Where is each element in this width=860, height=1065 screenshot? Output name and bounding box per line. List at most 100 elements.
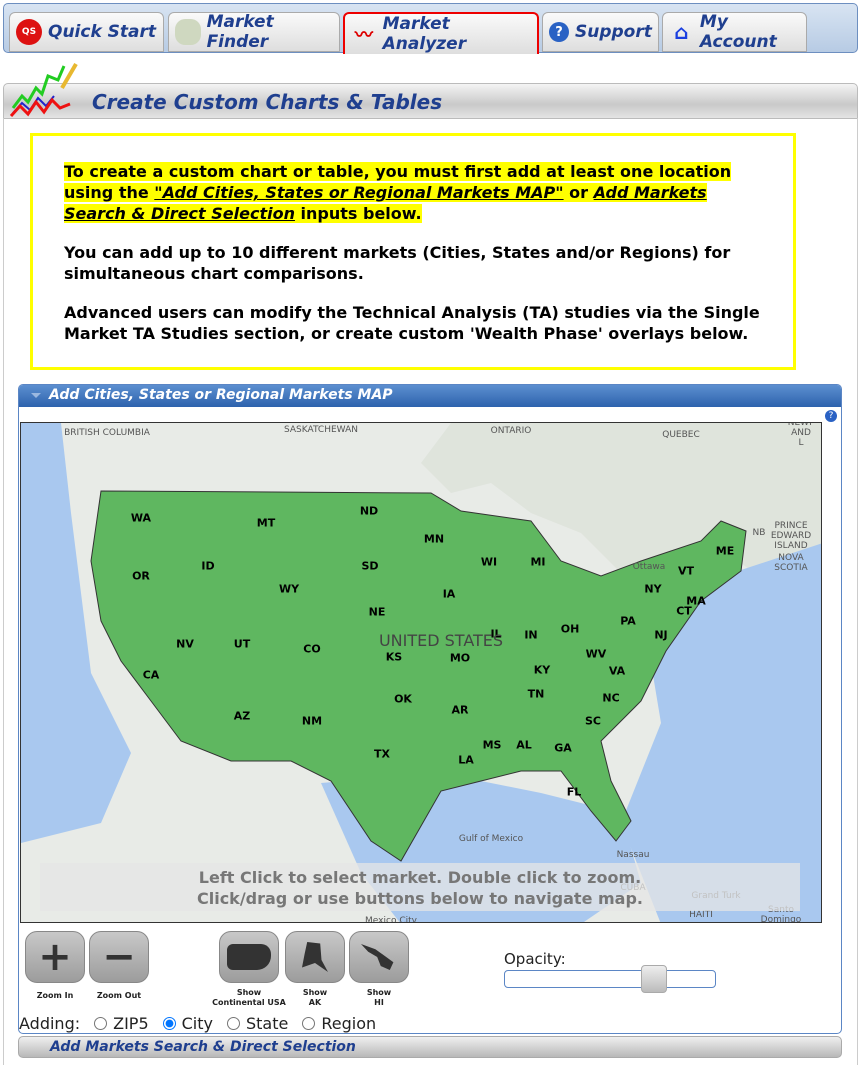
- map-panel-header[interactable]: Add Cities, States or Regional Markets M…: [19, 385, 841, 407]
- state-label-az[interactable]: AZ: [234, 710, 251, 723]
- geo-label: Nassau: [616, 850, 650, 860]
- state-label-wv[interactable]: WV: [586, 648, 607, 661]
- state-label-ms[interactable]: MS: [483, 739, 502, 752]
- state-label-ny[interactable]: NY: [644, 583, 661, 596]
- opacity-label: Opacity:: [504, 950, 566, 968]
- map-panel: Add Cities, States or Regional Markets M…: [18, 384, 842, 1034]
- tab-my-account[interactable]: ⌂ My Account: [662, 12, 807, 52]
- map-icon: [175, 19, 201, 45]
- alaska-icon: [302, 942, 328, 972]
- state-label-nj[interactable]: NJ: [654, 629, 667, 642]
- state-label-nd[interactable]: ND: [360, 505, 378, 518]
- radio-zip5[interactable]: [94, 1017, 108, 1030]
- state-label-vt[interactable]: VT: [678, 565, 694, 578]
- state-label-ga[interactable]: GA: [554, 742, 572, 755]
- markets-limit-text: You can add up to 10 different markets (…: [64, 243, 731, 283]
- search-panel-header[interactable]: Add Markets Search & Direct Selection: [18, 1036, 842, 1058]
- geo-label: ONTARIO: [490, 426, 532, 436]
- tab-quick-start[interactable]: QS Quick Start: [9, 12, 164, 52]
- page-title: Create Custom Charts & Tables: [92, 90, 443, 114]
- state-label-fl[interactable]: FL: [567, 786, 582, 799]
- state-label-la[interactable]: LA: [458, 754, 474, 767]
- advanced-text: Advanced users can modify the Technical …: [64, 303, 760, 343]
- state-label-al[interactable]: AL: [516, 739, 532, 752]
- state-label-tn[interactable]: TN: [528, 688, 545, 701]
- state-label-wa[interactable]: WA: [131, 512, 151, 525]
- state-label-ne[interactable]: NE: [369, 606, 386, 619]
- state-label-nv[interactable]: NV: [176, 638, 194, 651]
- state-label-sd[interactable]: SD: [361, 560, 378, 573]
- map-instructions: Left Click to select market. Double clic…: [40, 863, 800, 911]
- geo-label: Mexico City: [365, 916, 417, 923]
- state-label-sc[interactable]: SC: [585, 715, 601, 728]
- state-label-ia[interactable]: IA: [443, 588, 456, 601]
- help-icon: ?: [549, 22, 569, 42]
- state-label-ca[interactable]: CA: [143, 669, 160, 682]
- geo-label: NOVA SCOTIA: [774, 553, 808, 573]
- state-label-wi[interactable]: WI: [481, 556, 497, 569]
- state-label-oh[interactable]: OH: [561, 623, 580, 636]
- state-label-co[interactable]: CO: [303, 643, 320, 656]
- help-icon[interactable]: ?: [825, 410, 837, 422]
- opacity-slider-thumb[interactable]: [641, 965, 668, 993]
- state-label-or[interactable]: OR: [132, 570, 150, 583]
- state-label-ky[interactable]: KY: [534, 664, 551, 677]
- geo-label: UNITED STATES: [378, 631, 504, 650]
- tab-support[interactable]: ? Support: [542, 12, 659, 52]
- chart-icon: 〰: [354, 25, 373, 46]
- state-label-me[interactable]: ME: [716, 545, 734, 558]
- show-usa-button[interactable]: [219, 931, 279, 983]
- page-header: Create Custom Charts & Tables: [3, 83, 858, 119]
- geo-label: QUEBEC: [662, 430, 700, 440]
- state-label-id[interactable]: ID: [201, 560, 214, 573]
- state-label-tx[interactable]: TX: [374, 748, 390, 761]
- state-label-ct[interactable]: CT: [676, 605, 692, 618]
- instructions-notice: To create a custom chart or table, you m…: [30, 133, 796, 370]
- state-label-ar[interactable]: AR: [452, 704, 469, 717]
- radio-city[interactable]: [162, 1017, 176, 1030]
- state-label-va[interactable]: VA: [609, 665, 625, 678]
- chart-logo-icon: [9, 62, 78, 118]
- geo-label: Gulf of Mexico: [458, 834, 524, 844]
- state-label-ks[interactable]: KS: [386, 651, 402, 664]
- state-label-nc[interactable]: NC: [602, 692, 619, 705]
- plus-icon: +: [38, 934, 72, 980]
- tab-market-finder[interactable]: Market Finder: [168, 12, 340, 52]
- state-label-wy[interactable]: WY: [279, 583, 299, 596]
- state-label-mn[interactable]: MN: [424, 533, 444, 546]
- map-graphic: [21, 423, 821, 922]
- main-nav: QS Quick Start Market Finder 〰 Market Anal…: [3, 3, 858, 54]
- state-label-in[interactable]: IN: [524, 629, 537, 642]
- adding-type-radios: Adding: ZIP5 City State Region: [19, 1014, 377, 1033]
- geo-label: PRINCE EDWARD ISLAND: [770, 521, 812, 551]
- radio-region[interactable]: [302, 1017, 316, 1030]
- state-label-mt[interactable]: MT: [257, 517, 275, 530]
- usa-map-icon: [227, 944, 271, 970]
- market-map[interactable]: WA OR CA ID NV MT WY UT AZ CO NM ND SD NE KS OK TX MN IA MO…: [20, 422, 822, 923]
- show-hi-button[interactable]: [349, 931, 409, 983]
- state-label-ut[interactable]: UT: [234, 638, 250, 651]
- geo-label: SASKATCHEWAN: [284, 425, 358, 435]
- radio-state[interactable]: [226, 1017, 240, 1030]
- map-section-link[interactable]: "Add Cities, States or Regional Markets …: [154, 183, 563, 202]
- zoom-out-label: Zoom Out: [96, 991, 142, 1000]
- geo-label: HAITI: [689, 910, 713, 920]
- minus-icon: −: [102, 934, 136, 980]
- tab-market-analyzer[interactable]: 〰 Market Analyzer: [343, 12, 539, 54]
- geo-label: Ottawa: [632, 562, 666, 572]
- opacity-slider[interactable]: [504, 965, 716, 993]
- zoom-in-button[interactable]: +: [25, 931, 85, 983]
- state-label-nm[interactable]: NM: [302, 715, 322, 728]
- state-label-pa[interactable]: PA: [620, 615, 636, 628]
- state-label-mo[interactable]: MO: [450, 652, 470, 665]
- state-label-ok[interactable]: OK: [394, 693, 412, 706]
- state-label-mi[interactable]: MI: [530, 556, 545, 569]
- adding-label: Adding:: [19, 1014, 81, 1033]
- home-icon: ⌂: [674, 20, 689, 44]
- show-ak-button[interactable]: [285, 931, 345, 983]
- geo-label: BRITISH COLUMBIA: [64, 428, 150, 438]
- geo-label: NB: [752, 528, 766, 538]
- zoom-out-button[interactable]: −: [89, 931, 149, 983]
- hawaii-icon: [361, 944, 394, 970]
- show-hi-label: Show HI: [366, 988, 392, 1007]
